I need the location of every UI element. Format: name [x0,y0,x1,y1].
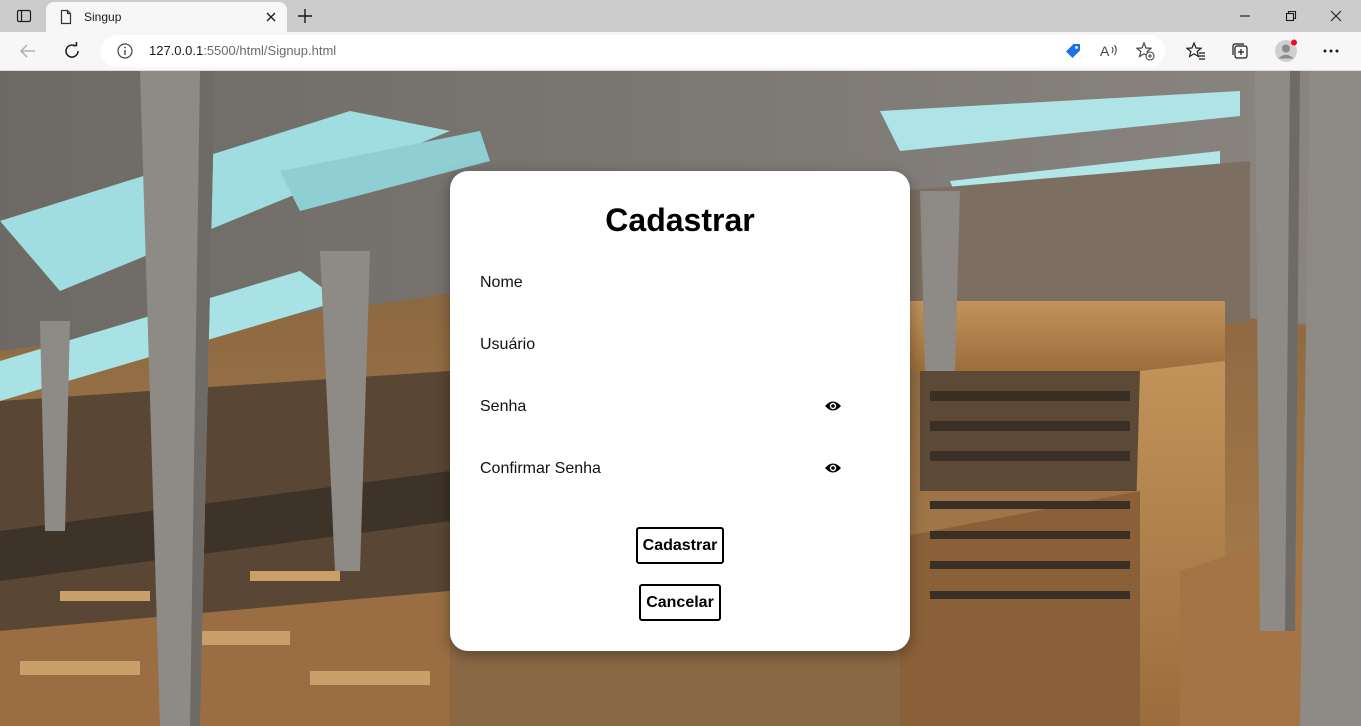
address-bar[interactable]: 127.0.0.1:5500/html/Signup.html A [101,35,1165,67]
page-icon [58,9,74,25]
star-plus-icon[interactable] [1135,41,1155,61]
tab-title: Singup [84,10,122,24]
eye-icon[interactable] [824,399,842,413]
field-nome[interactable]: Nome [480,269,880,301]
url-text[interactable]: 127.0.0.1:5500/html/Signup.html [149,43,336,59]
field-confirmar-senha[interactable]: Confirmar Senha [480,455,880,487]
signup-form: Cadastrar Nome Usuário Senha Confirmar S… [450,171,910,651]
window-close-icon[interactable] [1313,4,1359,28]
url-host: 127.0.0.1 [149,43,204,58]
read-aloud-icon[interactable]: A [1099,41,1119,61]
senha-input[interactable] [480,393,880,421]
tab-bar: Singup [0,0,1361,32]
eye-icon[interactable] [824,461,842,475]
signup-button[interactable]: Cadastrar [636,527,724,564]
confirmar-senha-input[interactable] [480,455,880,483]
avatar[interactable] [1274,39,1298,63]
field-senha[interactable]: Senha [480,393,880,425]
field-usuario[interactable]: Usuário [480,331,880,363]
form-title: Cadastrar [605,202,755,238]
nome-input[interactable] [480,269,880,297]
cancel-button[interactable]: Cancelar [639,584,721,621]
url-path: :5500/html/Signup.html [203,43,337,58]
restore-icon[interactable] [1268,4,1314,28]
usuario-input[interactable] [480,331,880,359]
close-icon[interactable] [263,9,279,25]
favorites-icon[interactable] [1184,39,1208,63]
plus-icon[interactable] [294,6,316,26]
page-viewport: Cadastrar Nome Usuário Senha Confirmar S… [0,71,1361,726]
browser-toolbar: 127.0.0.1:5500/html/Signup.html A [0,32,1361,71]
svg-text:A: A [1100,43,1110,59]
more-icon[interactable] [1319,39,1343,63]
tab-actions-icon[interactable] [8,4,40,28]
collections-icon[interactable] [1228,39,1252,63]
minimize-icon[interactable] [1222,4,1268,28]
arrow-left-icon[interactable] [13,37,43,65]
tag-icon[interactable] [1063,41,1083,61]
refresh-icon[interactable] [57,37,87,65]
tab-signup[interactable]: Singup [46,2,287,32]
info-icon[interactable] [117,43,133,59]
